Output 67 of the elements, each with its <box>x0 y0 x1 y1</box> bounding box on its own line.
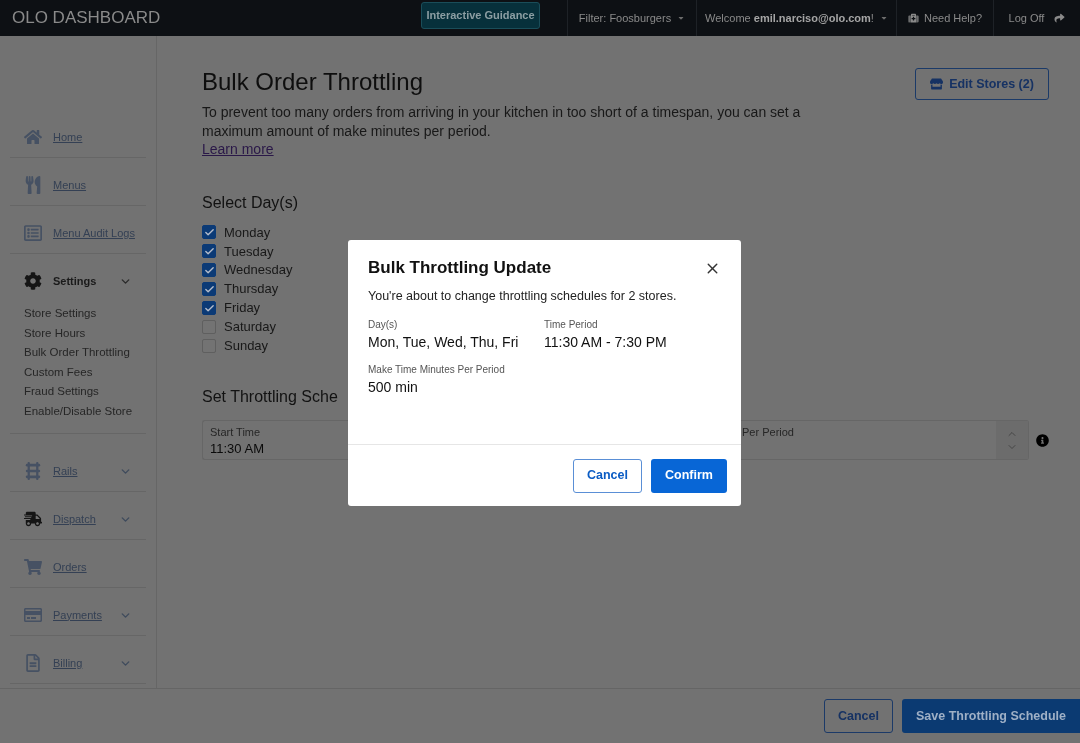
confirm-button[interactable]: Confirm <box>651 458 727 493</box>
truck-icon <box>24 509 42 528</box>
checkbox-label: Friday <box>224 299 261 318</box>
detail-value: Mon, Tue, Wed, Thu, Fri <box>368 333 519 351</box>
checkbox-label: Monday <box>224 223 271 242</box>
checkbox-label: Saturday <box>224 318 277 337</box>
checkbox[interactable] <box>202 263 216 278</box>
store-filter-dropdown[interactable]: Filter: Foosburgers <box>578 9 686 27</box>
checkbox[interactable] <box>202 301 216 315</box>
checkbox-label: Tuesday <box>224 242 274 261</box>
page-description: To prevent too many orders from arriving in your kitchen in too short of a timespan, you can set a maximum amount of make minutes per period. <box>202 103 802 140</box>
dialog-cancel-button[interactable]: Cancel <box>573 458 642 493</box>
detail-label: Time Period <box>544 318 598 331</box>
sidebar-submenu-link[interactable]: Enable/Disable Store <box>24 401 133 422</box>
checkbox[interactable] <box>202 225 216 240</box>
detail-label: Day(s) <box>368 318 398 331</box>
sidebar-link[interactable]: Dispatch <box>53 508 96 529</box>
info-icon[interactable] <box>1036 433 1049 447</box>
detail-value: 11:30 AM - 7:30 PM <box>544 333 667 351</box>
cart-icon <box>24 557 42 576</box>
caret-icon <box>879 14 888 22</box>
dialog-title: Bulk Throttling Update <box>368 257 552 279</box>
sidebar-submenu-link[interactable]: Store Settings <box>24 304 97 324</box>
caret-icon <box>677 14 686 22</box>
sidebar-link[interactable]: Orders <box>53 556 87 577</box>
sidebar-link[interactable]: Menu Audit Logs <box>53 223 135 243</box>
checkbox-label: Thursday <box>224 280 279 299</box>
section-heading: Select Day(s) <box>202 193 299 213</box>
sidebar-link[interactable]: Home <box>53 127 83 147</box>
page-title: Bulk Order Throttling <box>202 67 423 97</box>
sidebar-submenu-link[interactable]: Store Hours <box>24 323 86 344</box>
log-off-link[interactable]: Log Off <box>1008 9 1066 27</box>
save-schedule-button[interactable]: Save Throttling Schedule <box>901 699 1080 733</box>
rail-track-icon <box>24 461 42 480</box>
sidebar-link[interactable]: Billing <box>53 652 83 673</box>
start-time-field[interactable]: Start Time 11:30 AM <box>202 420 348 461</box>
sidebar-submenu-link[interactable]: Fraud Settings <box>24 382 99 402</box>
sidebar-link[interactable]: Settings <box>53 271 97 291</box>
credit-card-icon <box>24 605 42 624</box>
dialog-message: You're about to change throttling schedules for 2 stores. <box>368 288 677 304</box>
gear-icon <box>24 272 42 290</box>
detail-label: Make Time Minutes Per Period <box>368 363 505 376</box>
section-heading: Set Throttling Sche <box>202 387 338 408</box>
checkbox-label: Sunday <box>224 337 269 356</box>
interactive-guidance-button[interactable]: Interactive Guidance <box>421 2 540 29</box>
need-help-link[interactable]: Need Help? <box>907 9 983 27</box>
storefront-icon <box>930 78 944 90</box>
checkbox[interactable] <box>202 282 216 297</box>
sidebar-link[interactable]: Menus <box>53 175 87 195</box>
sidebar-submenu-link[interactable]: Custom Fees <box>24 362 93 383</box>
cancel-button[interactable]: Cancel <box>823 699 893 733</box>
user-menu-dropdown[interactable]: Welcome emil.narciso@olo.com! <box>705 9 888 27</box>
checkbox-label: Wednesday <box>224 261 293 280</box>
sidebar-link[interactable]: Rails <box>53 460 78 481</box>
sidebar-link[interactable]: Payments <box>53 604 102 625</box>
fork-knife-icon <box>24 176 42 194</box>
detail-value: 500 min <box>368 378 418 396</box>
edit-stores-button[interactable]: Edit Stores (2) <box>915 68 1049 100</box>
app-title: OLO DASHBOARD <box>12 7 161 30</box>
sidebar-submenu-link[interactable]: Bulk Order Throttling <box>24 343 130 363</box>
learn-more-link[interactable]: Learn more <box>202 140 274 159</box>
share-arrow-icon <box>1054 13 1066 23</box>
list-icon <box>24 224 42 242</box>
document-icon <box>24 653 42 672</box>
checkbox[interactable] <box>202 244 216 259</box>
home-icon <box>24 128 42 146</box>
first-aid-kit-icon <box>907 13 919 23</box>
